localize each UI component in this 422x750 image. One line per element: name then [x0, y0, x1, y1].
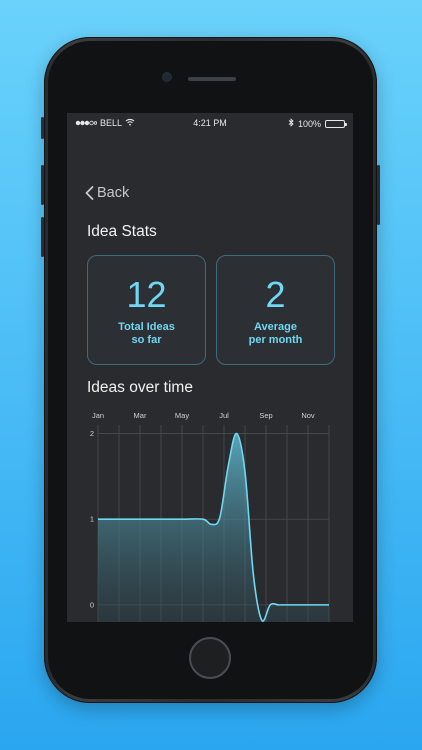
bluetooth-icon	[288, 118, 294, 129]
x-tick-label: May	[175, 411, 189, 420]
x-tick-label: Mar	[134, 411, 147, 420]
battery-percent: 100%	[297, 118, 321, 129]
front-camera	[163, 73, 171, 81]
back-button[interactable]: Back	[85, 185, 129, 201]
y-tick-label: 1	[90, 515, 94, 524]
total-ideas-label-line2: so far	[131, 334, 162, 346]
x-tick-label: Nov	[301, 411, 315, 420]
home-button[interactable]	[189, 637, 231, 679]
total-ideas-label-line1: Total Ideas	[118, 321, 175, 333]
battery-icon	[325, 119, 347, 128]
volume-up-button	[41, 165, 44, 205]
chevron-left-icon	[85, 186, 94, 200]
ideas-area-fill	[98, 433, 329, 622]
average-value: 2	[265, 274, 286, 315]
mute-switch	[41, 117, 44, 139]
phone-frame: BELL 4:21 PM 100% Back Idea Stats 12 Tot…	[41, 37, 380, 703]
x-tick-label: Sep	[259, 411, 272, 420]
power-button	[377, 165, 380, 225]
chart-title: Ideas over time	[87, 379, 193, 396]
total-ideas-card: 12 Total Ideas so far	[87, 255, 206, 365]
average-label: Average per month	[225, 321, 326, 347]
earpiece-speaker	[188, 77, 236, 81]
status-bar: BELL 4:21 PM 100%	[67, 113, 353, 133]
ideas-over-time-chart: Jan Mar May Jul Sep Nov 0 1 2	[90, 411, 330, 622]
average-card: 2 Average per month	[216, 255, 335, 365]
average-label-line1: Average	[253, 321, 297, 333]
stats-title: Idea Stats	[87, 223, 157, 240]
total-ideas-label: Total Ideas so far	[96, 321, 197, 347]
y-tick-label: 2	[90, 429, 94, 438]
app-screen: BELL 4:21 PM 100% Back Idea Stats 12 Tot…	[67, 113, 353, 622]
x-tick-label: Jul	[219, 411, 229, 420]
back-label: Back	[97, 185, 130, 201]
y-tick-label: 0	[90, 600, 94, 609]
x-tick-label: Jan	[92, 411, 104, 420]
average-label-line2: per month	[248, 334, 303, 346]
total-ideas-value: 12	[126, 274, 167, 315]
volume-down-button	[41, 217, 44, 257]
